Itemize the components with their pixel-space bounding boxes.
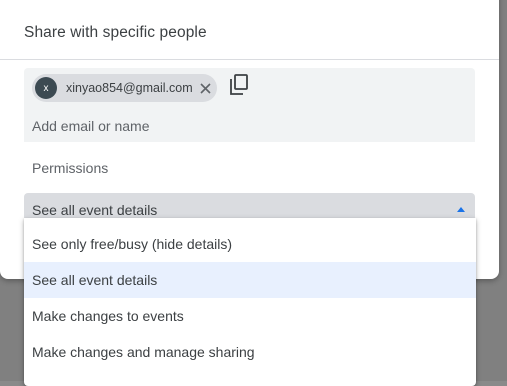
option-make-changes[interactable]: Make changes to events bbox=[24, 298, 476, 334]
option-free-busy[interactable]: See only free/busy (hide details) bbox=[24, 226, 476, 262]
recipient-field[interactable]: x xinyao854@gmail.com Add email or name bbox=[24, 68, 475, 142]
option-manage-sharing[interactable]: Make changes and manage sharing bbox=[24, 334, 476, 370]
copy-icon[interactable] bbox=[229, 74, 249, 96]
divider bbox=[0, 59, 499, 60]
recipient-chip[interactable]: x xinyao854@gmail.com bbox=[32, 74, 217, 102]
avatar: x bbox=[35, 77, 57, 99]
email-input[interactable]: Add email or name bbox=[32, 118, 150, 134]
dialog-title: Share with specific people bbox=[24, 24, 207, 41]
select-value: See all event details bbox=[32, 202, 158, 218]
permissions-label: Permissions bbox=[32, 160, 109, 176]
chip-email: xinyao854@gmail.com bbox=[66, 81, 193, 95]
permissions-dropdown-menu: See only free/busy (hide details) See al… bbox=[24, 218, 476, 386]
arrow-up-icon bbox=[457, 207, 465, 212]
close-icon[interactable] bbox=[197, 80, 213, 96]
option-all-details[interactable]: See all event details bbox=[24, 262, 476, 298]
